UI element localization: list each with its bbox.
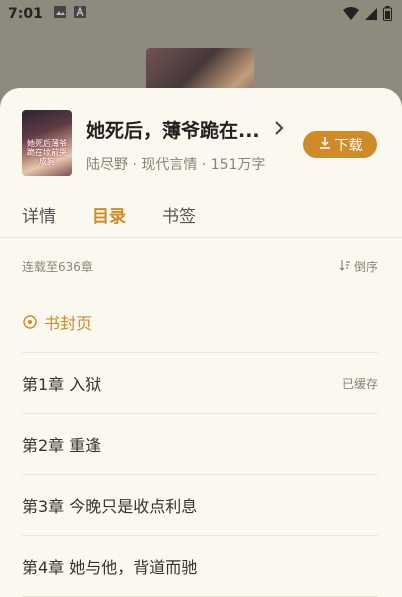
tab-details[interactable]: 详情 xyxy=(22,202,56,227)
sort-toggle[interactable]: 倒序 xyxy=(339,258,378,275)
chevron-right-icon xyxy=(274,120,284,140)
book-cover-text: 她死后薄爷跪在坟前哭成狗 xyxy=(27,139,67,166)
chapter-title: 第4章 她与他，背道而驰 xyxy=(22,558,198,577)
download-label: 下载 xyxy=(334,137,363,154)
cover-page-label: 书封页 xyxy=(44,314,93,333)
chapter-list: 书封页 第1章 入狱 已缓存 第2章 重逢 第3章 今晚只是收点利息 第4章 她… xyxy=(22,292,378,597)
download-button[interactable]: 下载 xyxy=(303,131,377,158)
status-time: 7:01 xyxy=(8,6,43,22)
catalog-sheet: 她死后薄爷跪在坟前哭成狗 她死后，薄爷跪在... 陆尽野 · 现代言情 · 15… xyxy=(0,88,402,597)
tab-bookmarks[interactable]: 书签 xyxy=(162,202,196,227)
tab-divider xyxy=(0,237,402,238)
cover-page-item[interactable]: 书封页 xyxy=(22,292,378,353)
chapter-count: 连载至636章 xyxy=(22,260,93,274)
download-icon xyxy=(318,136,332,154)
chapter-title: 第2章 重逢 xyxy=(22,436,102,455)
app-notification-icon xyxy=(73,5,87,23)
tab-catalog[interactable]: 目录 xyxy=(92,202,126,227)
sort-label: 倒序 xyxy=(353,260,378,274)
book-meta: 陆尽野 · 现代言情 · 151万字 xyxy=(86,157,266,173)
signal-icon xyxy=(364,7,378,25)
book-title: 她死后，薄爷跪在... xyxy=(86,120,260,142)
location-pin-icon xyxy=(22,314,38,330)
chapter-count-row: 连载至636章 倒序 xyxy=(22,258,378,275)
book-cover[interactable]: 她死后薄爷跪在坟前哭成狗 xyxy=(22,110,72,176)
book-title-row[interactable]: 她死后，薄爷跪在... xyxy=(86,116,284,143)
chapter-title: 第1章 入狱 xyxy=(22,375,102,394)
image-notification-icon xyxy=(53,5,67,23)
chapter-title: 第3章 今晚只是收点利息 xyxy=(22,497,198,516)
chapter-item[interactable]: 第1章 入狱 已缓存 xyxy=(22,353,378,414)
chapter-item[interactable]: 第3章 今晚只是收点利息 xyxy=(22,475,378,536)
battery-icon xyxy=(383,6,392,25)
chapter-cached-status: 已缓存 xyxy=(341,376,378,391)
tab-bar: 详情 目录 书签 xyxy=(22,202,196,227)
status-bar: 7:01 xyxy=(0,0,402,28)
chapter-item[interactable]: 第2章 重逢 xyxy=(22,414,378,475)
chapter-item[interactable]: 第4章 她与他，背道而驰 xyxy=(22,536,378,597)
wifi-icon xyxy=(343,6,359,25)
sort-icon xyxy=(339,259,351,274)
